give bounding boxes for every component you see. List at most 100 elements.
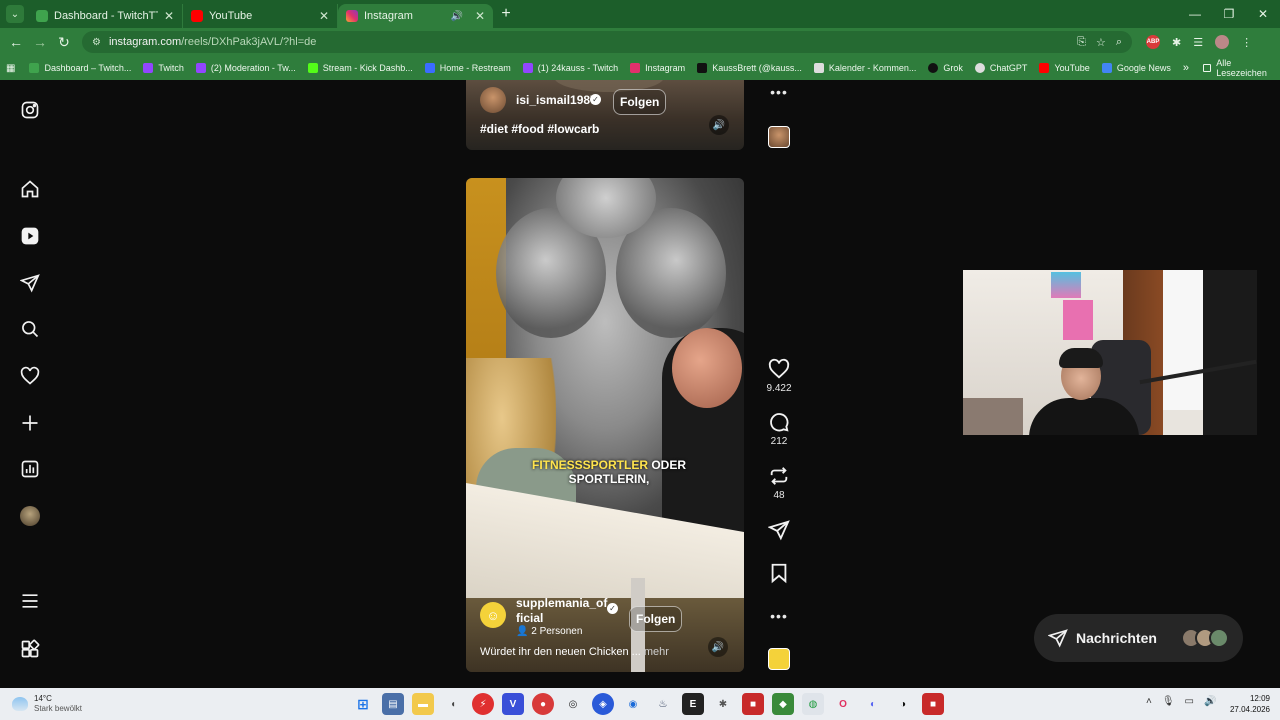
adblock-extension-icon[interactable]: ABP <box>1146 35 1160 49</box>
microphone-icon[interactable]: 🎙 <box>1162 696 1175 707</box>
new-tab-button[interactable]: + <box>495 5 517 23</box>
previous-reel-card[interactable]: isi_ismail1987 ✓ Folgen #diet #food #low… <box>466 80 744 150</box>
tray-chevron-icon[interactable]: ˄ <box>1146 696 1152 707</box>
bookmark-item[interactable]: YouTube <box>1039 63 1090 73</box>
menu-icon[interactable] <box>20 591 40 611</box>
bookmark-item[interactable]: ChatGPT <box>974 63 1027 73</box>
app-blue-icon[interactable]: ◈ <box>592 693 614 715</box>
reload-button[interactable]: ↻ <box>52 34 76 51</box>
repost-button[interactable]: 48 <box>766 465 792 501</box>
bookmark-item[interactable]: Google News <box>1101 63 1171 73</box>
install-app-icon[interactable]: ⎘ <box>1077 36 1086 49</box>
search-icon[interactable] <box>20 319 40 339</box>
bookmark-item[interactable]: Kalender - Kommen... <box>813 63 916 73</box>
app-record-icon[interactable]: ● <box>532 693 554 715</box>
speaker-icon[interactable]: 🔊 <box>709 115 729 135</box>
heart-icon[interactable] <box>20 366 40 386</box>
site-info-icon[interactable]: ⚙ <box>92 37 101 48</box>
browser-menu-icon[interactable]: ⋮ <box>1241 36 1252 49</box>
taskbar-clock[interactable]: 12:09 27.04.2026 <box>1226 693 1270 715</box>
more-bookmarks-chevron-icon[interactable]: » <box>1183 62 1189 74</box>
speaker-icon[interactable]: 🔊 <box>708 637 728 657</box>
messages-button[interactable]: Nachrichten <box>1034 614 1243 662</box>
bookmark-item[interactable]: (1) 24kauss - Twitch <box>522 63 618 73</box>
avatar[interactable] <box>480 87 506 113</box>
tab-twitchtts[interactable]: Dashboard - TwitchTTS ✕ <box>28 4 183 28</box>
follow-button[interactable]: Folgen <box>613 89 667 115</box>
back-button[interactable]: ← <box>4 34 28 50</box>
close-icon[interactable]: ✕ <box>164 9 174 23</box>
tab-youtube[interactable]: YouTube ✕ <box>183 4 338 28</box>
reel-username[interactable]: supplemania_official <box>516 596 608 626</box>
minimize-button[interactable]: — <box>1178 7 1212 21</box>
media-controls-icon[interactable]: ☰ <box>1193 36 1203 49</box>
app-green-icon[interactable]: ◆ <box>772 693 794 715</box>
extensions-puzzle-icon[interactable]: ✱ <box>1172 36 1181 49</box>
app-red-square-icon[interactable]: ■ <box>742 693 764 715</box>
apps-grid-icon[interactable]: ▦ <box>6 63 15 74</box>
tab-instagram[interactable]: Instagram 🔊 ✕ <box>338 4 493 28</box>
bookmark-item[interactable]: Instagram <box>630 63 685 73</box>
close-window-button[interactable]: ✕ <box>1246 7 1280 21</box>
close-icon[interactable]: ✕ <box>319 9 329 23</box>
direct-icon[interactable] <box>20 273 40 293</box>
bookmark-item[interactable]: (2) Moderation - Tw... <box>195 63 296 73</box>
reel-description[interactable]: Würdet ihr den neuen Chicken ... mehr <box>480 646 669 658</box>
app-red-icon[interactable]: ⚡ <box>472 693 494 715</box>
bookmark-item[interactable]: Dashboard – Twitch... <box>29 63 131 73</box>
dashboard-icon[interactable] <box>20 459 40 479</box>
profile-avatar[interactable] <box>20 506 40 526</box>
bookmark-item[interactable]: Home - Restream <box>424 63 511 73</box>
more-link[interactable]: mehr <box>644 646 669 658</box>
chrome-icon[interactable]: ◍ <box>802 693 824 715</box>
more-options-icon[interactable]: ••• <box>768 84 790 100</box>
tab-search-button[interactable]: ⌄ <box>6 5 24 23</box>
app-circle-icon[interactable]: ◎ <box>562 693 584 715</box>
file-explorer-icon[interactable]: ▬ <box>412 693 434 715</box>
app-edge-icon[interactable]: ◉ <box>622 693 644 715</box>
avatar[interactable]: ☺ <box>480 602 506 628</box>
bookmark-item[interactable]: Grok <box>928 63 963 73</box>
bookmark-item[interactable]: KaussBrett (@kauss... <box>697 63 802 73</box>
zoom-icon[interactable]: ⌕ <box>1116 36 1122 49</box>
reel-caption[interactable]: #diet #food #lowcarb <box>480 122 599 136</box>
apps-icon[interactable] <box>20 639 40 659</box>
epic-games-icon[interactable]: E <box>682 693 704 715</box>
steam-icon[interactable]: ♨ <box>652 693 674 715</box>
like-button[interactable]: 9.422 <box>766 358 792 394</box>
audio-thumbnail[interactable] <box>768 648 790 670</box>
weather-widget[interactable]: 14°C Stark bewölkt <box>12 694 132 714</box>
reels-icon[interactable] <box>20 226 40 246</box>
reel-username[interactable]: isi_ismail1987 <box>516 93 597 107</box>
instagram-logo-icon[interactable] <box>20 100 40 120</box>
follow-button[interactable]: Folgen <box>629 606 683 632</box>
forward-button[interactable]: → <box>28 34 52 50</box>
calculator-icon[interactable]: ▤ <box>382 693 404 715</box>
app-gear-icon[interactable]: ✱ <box>712 693 734 715</box>
monitor-icon[interactable]: ▭ <box>1185 696 1194 707</box>
discord-icon[interactable]: ◐ <box>862 693 884 715</box>
profile-avatar-icon[interactable] <box>1215 35 1230 49</box>
bookmark-star-icon[interactable]: ☆ <box>1096 36 1106 49</box>
obs-icon[interactable]: ◑ <box>892 693 914 715</box>
close-icon[interactable]: ✕ <box>475 9 485 23</box>
opera-icon[interactable]: O <box>832 693 854 715</box>
comment-button[interactable]: 212 <box>766 411 792 447</box>
share-button[interactable] <box>766 519 792 541</box>
speaker-icon[interactable]: 🔊 <box>450 11 462 22</box>
restore-button[interactable]: ❐ <box>1212 7 1246 21</box>
home-icon[interactable] <box>20 179 40 199</box>
audio-thumbnail[interactable] <box>768 126 790 148</box>
bookmark-item[interactable]: Twitch <box>143 63 184 73</box>
more-options-icon[interactable]: ••• <box>766 608 792 624</box>
mouse-app-icon[interactable]: ◖ <box>442 693 464 715</box>
windows-start-icon[interactable]: ⊞ <box>352 693 374 715</box>
address-bar[interactable]: ⚙ instagram.com/reels/DXhPak3jAVL/?hl=de… <box>82 31 1132 53</box>
save-button[interactable] <box>766 562 792 584</box>
app-v-icon[interactable]: V <box>502 693 524 715</box>
create-icon[interactable] <box>20 413 40 433</box>
app-red-square-icon[interactable]: ■ <box>922 693 944 715</box>
collaborators-label[interactable]: 👤 2 Personen <box>516 626 582 637</box>
all-bookmarks-button[interactable]: Alle Lesezeichen <box>1202 58 1270 78</box>
volume-icon[interactable]: 🔊 <box>1204 696 1216 707</box>
